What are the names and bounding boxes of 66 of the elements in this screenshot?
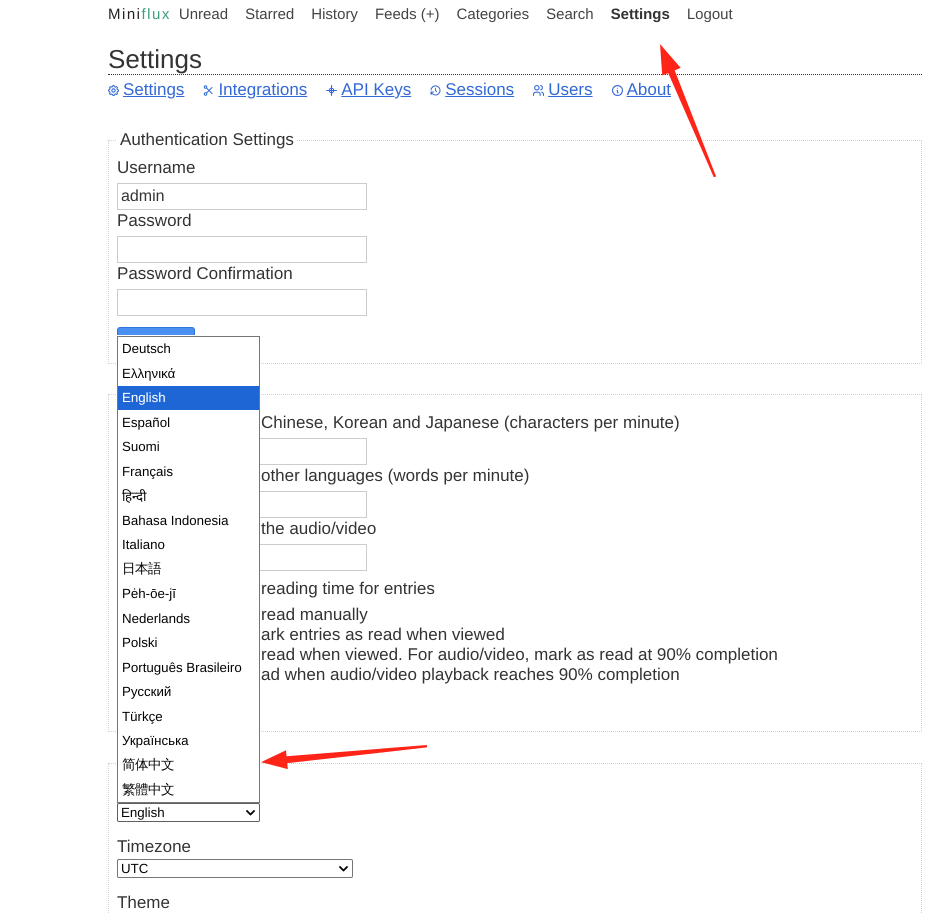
- dropdown-field[interactable]: UTC: [117, 859, 353, 878]
- field-label: other languages (words per minute): [261, 465, 530, 487]
- dropdown-option[interactable]: Nederlands: [118, 606, 259, 630]
- dropdown-option[interactable]: Italiano: [118, 532, 259, 557]
- gear-icon: [108, 84, 119, 96]
- info-icon: [612, 84, 623, 96]
- nav-link[interactable]: Unread: [178, 5, 228, 25]
- text-field[interactable]: admin: [117, 183, 367, 210]
- text-field[interactable]: [260, 544, 367, 571]
- subnav-link[interactable]: Integrations: [203, 79, 308, 101]
- field-label: the audio/video: [261, 518, 376, 540]
- nav-link[interactable]: History: [311, 5, 358, 25]
- field-label: Chinese, Korean and Japanese (characters per minute): [261, 412, 680, 434]
- section-legend: Authentication Settings: [117, 129, 297, 151]
- text-field[interactable]: [260, 491, 367, 518]
- dropdown-option[interactable]: Français: [118, 459, 259, 484]
- field-label: Password Confirmation: [117, 263, 293, 285]
- dropdown-option[interactable]: 简体中文: [118, 753, 259, 778]
- dropdown-option[interactable]: Ελληνικά: [118, 361, 259, 386]
- users-icon: [533, 84, 544, 96]
- dropdown-option[interactable]: Türkçe: [118, 704, 259, 728]
- dropdown-option[interactable]: English: [118, 386, 259, 410]
- dropdown-option[interactable]: Deutsch: [118, 336, 259, 361]
- app-logo[interactable]: Miniflux: [108, 5, 171, 25]
- text-field[interactable]: [117, 289, 367, 316]
- field-label: Timezone: [117, 836, 192, 858]
- submit-button[interactable]: [117, 327, 195, 335]
- dropdown-option[interactable]: 日本語: [118, 557, 259, 582]
- subnav-link[interactable]: Users: [533, 79, 593, 101]
- dropdown-field[interactable]: English: [117, 803, 260, 822]
- dropdown-option[interactable]: Suomi: [118, 434, 259, 459]
- dropdown-option[interactable]: Polski: [118, 630, 259, 655]
- dropdown-option[interactable]: Русский: [118, 680, 259, 704]
- text-field[interactable]: [117, 236, 367, 263]
- nav-link[interactable]: Logout: [686, 5, 733, 25]
- dropdown-option[interactable]: 繁體中文: [118, 778, 259, 802]
- nav-link[interactable]: Search: [546, 5, 594, 25]
- radio-label: ark entries as read when viewed: [261, 625, 505, 645]
- dropdown-option[interactable]: Bahasa Indonesia: [118, 508, 259, 532]
- dropdown-option[interactable]: हिन्दी: [118, 484, 259, 508]
- nav-link[interactable]: Feeds (+): [374, 5, 440, 25]
- field-label: Username: [117, 157, 196, 179]
- chevron-icon: [246, 810, 255, 816]
- field-label: Theme: [117, 892, 170, 914]
- subnav-link[interactable]: API Keys: [326, 79, 412, 101]
- page-title: Settings: [108, 44, 202, 74]
- radio-label: read when viewed. For audio/video, mark as read at 90% completion: [261, 645, 778, 665]
- radio-label: read manually: [261, 605, 368, 625]
- nav-link[interactable]: Categories: [456, 5, 530, 25]
- subnav-link[interactable]: Settings: [108, 79, 184, 101]
- dropdown-option[interactable]: Pėh-ōe-jī: [118, 582, 259, 606]
- dropdown-option[interactable]: Українська: [118, 728, 259, 753]
- radio-label: ad when audio/video playback reaches 90% completion: [261, 665, 680, 685]
- checkbox-label: reading time for entries: [261, 578, 435, 600]
- crosshair-icon: [326, 84, 338, 96]
- subnav-link[interactable]: About: [612, 79, 672, 101]
- scissors-icon: [203, 84, 214, 96]
- subnav-link[interactable]: Sessions: [430, 79, 514, 101]
- dropdown-option[interactable]: Português Brasileiro: [118, 655, 259, 680]
- chevron-icon: [339, 866, 348, 872]
- text-field[interactable]: [260, 438, 367, 465]
- dropdown-option[interactable]: Español: [118, 410, 259, 434]
- history-icon: [430, 84, 442, 96]
- field-label: Password: [117, 210, 192, 232]
- nav-link[interactable]: Starred: [245, 5, 294, 25]
- nav-link[interactable]: Settings: [610, 5, 670, 25]
